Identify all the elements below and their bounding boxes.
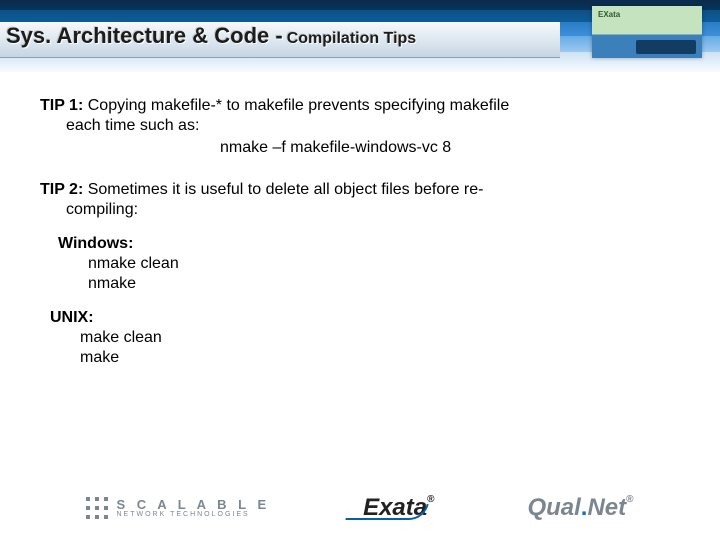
logo-qualnet: Qual.Net® <box>527 494 633 522</box>
windows-heading: Windows: <box>58 234 680 254</box>
qualnet-text-a: Qual <box>527 494 580 521</box>
snt-mark-icon <box>86 497 108 519</box>
slide-title-sub: Compilation Tips <box>287 30 416 48</box>
tip-2-line2: compiling: <box>40 200 680 220</box>
unix-cmd-1: make clean <box>80 328 680 348</box>
tip-2: TIP 2: Sometimes it is useful to delete … <box>40 180 680 368</box>
corner-thumbnail: EXata <box>592 6 702 58</box>
tip-1: TIP 1: Copying makefile-* to makefile pr… <box>40 96 680 158</box>
snt-line1: S C A L A B L E <box>116 498 270 511</box>
registered-icon: ® <box>626 494 633 505</box>
corner-thumbnail-label: EXata <box>598 10 620 19</box>
tip-1-command: nmake –f makefile-windows-vc 8 <box>40 138 680 158</box>
windows-cmd-1: nmake clean <box>88 254 680 274</box>
unix-cmd-2: make <box>80 348 680 368</box>
tip-2-line1: Sometimes it is useful to delete all obj… <box>88 181 484 198</box>
logo-strip: S C A L A B L E NETWORK TECHNOLOGIES Exa… <box>0 494 720 522</box>
tip-1-line1: Copying makefile-* to makefile prevents … <box>88 97 510 114</box>
windows-cmd-2: nmake <box>88 274 680 294</box>
exata-swoosh-icon <box>345 504 428 520</box>
logo-scalable-network-technologies: S C A L A B L E NETWORK TECHNOLOGIES <box>86 497 270 519</box>
qualnet-text-b: Net <box>587 494 626 521</box>
tip-2-label: TIP 2: <box>40 181 83 198</box>
slide-banner: Sys. Architecture & Code - Compilation T… <box>0 0 720 72</box>
windows-commands: nmake clean nmake <box>88 254 680 294</box>
slide-title-main: Sys. Architecture & Code - <box>6 23 283 49</box>
title-bar: Sys. Architecture & Code - Compilation T… <box>0 22 560 58</box>
snt-text: S C A L A B L E NETWORK TECHNOLOGIES <box>116 498 270 518</box>
unix-heading: UNIX: <box>50 308 680 328</box>
logo-exata: Exata® <box>363 494 434 522</box>
tip-1-label: TIP 1: <box>40 97 83 114</box>
tip-1-line2: each time such as: <box>40 116 680 136</box>
unix-commands: make clean make <box>80 328 680 368</box>
slide-body: TIP 1: Copying makefile-* to makefile pr… <box>0 72 720 368</box>
snt-line2: NETWORK TECHNOLOGIES <box>116 511 270 518</box>
